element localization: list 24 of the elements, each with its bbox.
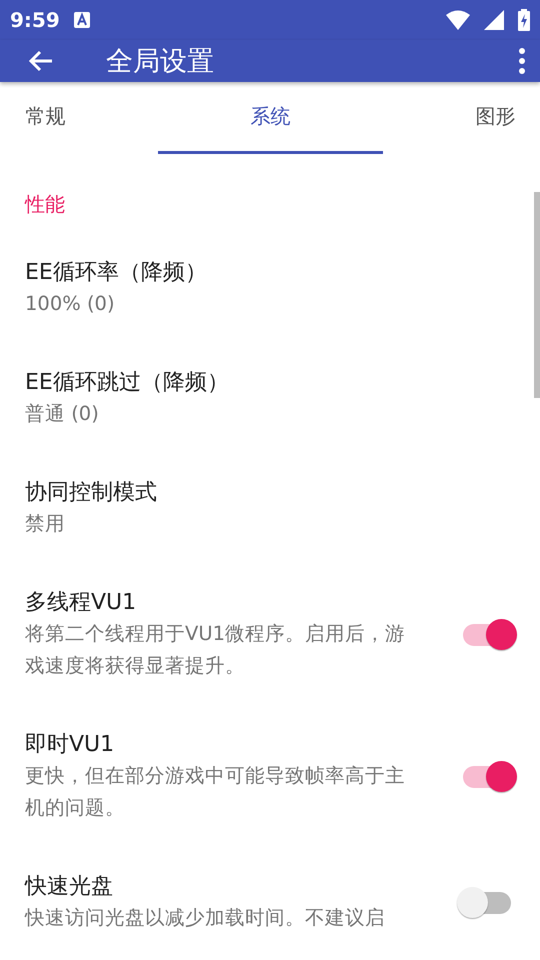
setting-title: 快速光盘 [25, 873, 114, 901]
signal-icon [484, 10, 504, 30]
tab[interactable]: 图形 [383, 82, 540, 154]
setting-title: 多线程VU1 [25, 589, 138, 617]
setting-summary: 快速访问光盘以减少加载时间。不建议启 [25, 905, 386, 931]
setting-summary: 将第二个线程用于VU1微程序。启用后，游戏速度将获得显著提升。 [25, 621, 406, 679]
setting-title: EE循环跳过（降频） [25, 369, 230, 397]
section-header: 性能 [24, 191, 66, 218]
more-menu-button[interactable] [518, 48, 526, 74]
setting-title: EE循环率（降频） [25, 259, 208, 287]
app-bar-title: 全局设置 [106, 44, 215, 79]
tab[interactable]: 系统 [158, 82, 383, 154]
setting-summary: 更快，但在部分游戏中可能导致帧率高于主机的问题。 [25, 763, 406, 821]
back-button[interactable] [28, 48, 54, 73]
setting-summary: 100% (0) [25, 291, 116, 317]
setting-title: 即时VU1 [25, 731, 116, 759]
notification-icon [74, 12, 90, 28]
status-time: 9:59 [10, 8, 60, 32]
wifi-icon [446, 10, 470, 30]
setting-title: 协同控制模式 [25, 479, 158, 507]
battery-icon [518, 8, 530, 31]
tab[interactable]: 常规 [0, 82, 158, 154]
setting-summary: 禁用 [25, 511, 66, 537]
setting-summary: 普通 (0) [25, 401, 100, 427]
